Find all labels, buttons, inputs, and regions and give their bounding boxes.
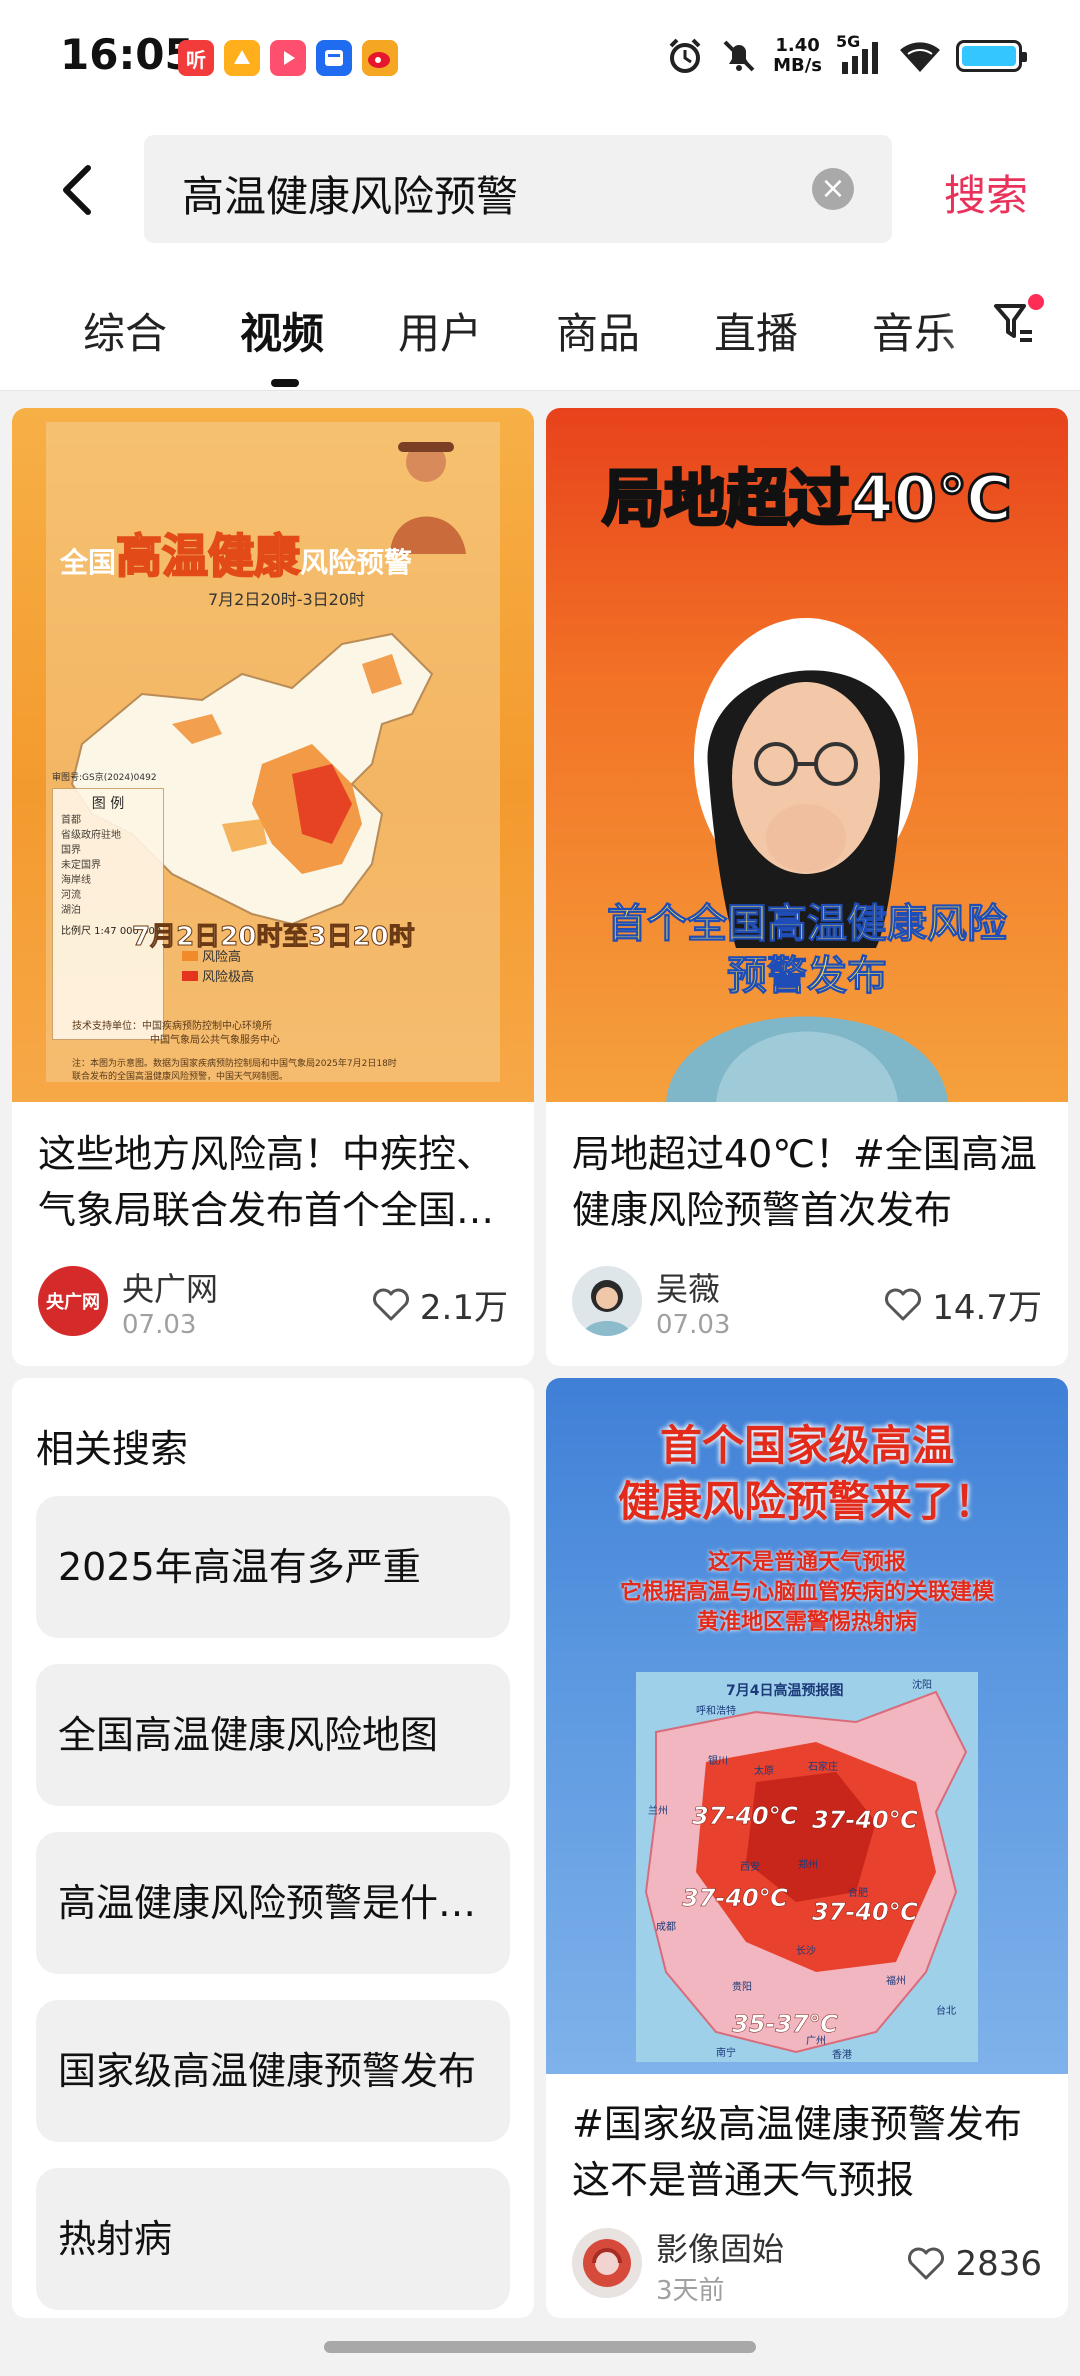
thumb-subtitle: 这不是普通天气预报 它根据高温与心脑血管疾病的关联建模 黄淮地区需警惕热射病 [619, 1550, 994, 1635]
filter-button[interactable] [990, 292, 1050, 362]
search-query-text: 高温健康风险预警 [182, 172, 519, 221]
filter-notification-dot [1028, 294, 1044, 310]
search-button[interactable]: 搜索 [944, 162, 1028, 223]
tab-all[interactable]: 综合 [83, 300, 167, 361]
related-search-item[interactable]: 高温健康风险预警是什么意思 [36, 1832, 510, 1974]
presenter-illustration [666, 618, 948, 1102]
ting-app-icon: 听 [178, 40, 214, 76]
related-searches: 相关搜索 2025年高温有多严重 全国高温健康风险地图 高温健康风险预警是什么意… [12, 1378, 534, 2318]
orange-app-icon [224, 40, 260, 76]
thumb-heading: 全国高温健康风险预警 [60, 528, 413, 584]
like-button[interactable]: 2.1万 [372, 1280, 508, 1329]
alarm-icon [669, 38, 701, 73]
map-caption: 7月2日20时至3日20时 [132, 922, 416, 953]
video-thumbnail[interactable]: 首个国家级高温 健康风险预警来了！ 这不是普通天气预报 它根据高温与心脑血管疾病… [546, 1378, 1068, 2074]
video-title[interactable]: #国家级高温健康预警发布 这不是普通天气预报 [572, 2096, 1044, 2208]
author-name[interactable]: 吴薇 [656, 1264, 720, 1310]
video-thumbnail[interactable]: 全国高温健康风险预警 7月2日20时-3日20时 图 例 首都 省级政府驻地 国… [12, 408, 534, 1102]
thumb-caption: 首个全国高温健康风险 预警发布 [607, 901, 1008, 1000]
like-count: 14.7万 [932, 1288, 1042, 1328]
post-date: 07.03 [656, 1310, 731, 1340]
status-time: 16:05 [60, 30, 194, 79]
related-search-item[interactable]: 热射病 [36, 2168, 510, 2310]
video-card[interactable]: 首个国家级高温 健康风险预警来了！ 这不是普通天气预报 它根据高温与心脑血管疾病… [546, 1378, 1068, 2318]
like-button[interactable]: 2836 [907, 2244, 1042, 2284]
net-speed: 1.40 MB/s [773, 35, 822, 76]
author-name[interactable]: 央广网 [122, 1264, 218, 1310]
post-date: 3天前 [656, 2276, 725, 2306]
status-bar: 16:05 听 1.40 MB/s 5G [0, 0, 1080, 120]
post-date: 07.03 [122, 1310, 197, 1340]
author-name[interactable]: 影像固始 [656, 2224, 784, 2270]
video-app-icon [270, 40, 306, 76]
home-indicator[interactable] [324, 2341, 756, 2353]
tab-goods[interactable]: 商品 [556, 300, 640, 361]
news-app-icon [316, 40, 352, 76]
cell-signal-icon: 5G [836, 32, 884, 76]
related-search-item[interactable]: 2025年高温有多严重 [36, 1496, 510, 1638]
active-tab-indicator [271, 379, 299, 387]
related-search-item[interactable]: 国家级高温健康预警发布 [36, 2000, 510, 2142]
video-title[interactable]: 这些地方风险高！中疾控、气象局联合发布首个全国高温健康风险预警 [38, 1126, 510, 1238]
search-input[interactable]: 高温健康风险预警 × [144, 135, 892, 243]
avatar[interactable]: 央广网 [38, 1266, 108, 1336]
risk-legend: 风险高 风险极高 [182, 948, 254, 988]
tab-users[interactable]: 用户 [398, 300, 482, 361]
thumb-headline: 局地超过40℃ [601, 461, 1013, 537]
video-title[interactable]: 局地超过40℃！#全国高温健康风险预警首次发布 [572, 1126, 1044, 1238]
notification-apps: 听 [178, 40, 398, 76]
forecast-map: 7月4日高温预报图 37-40℃ 37-40℃ 37-40℃ 37-40℃ 35… [636, 1672, 978, 2062]
heart-icon [908, 2247, 945, 2280]
like-button[interactable]: 14.7万 [884, 1280, 1042, 1329]
like-count: 2836 [955, 2244, 1042, 2284]
video-card[interactable]: 全国高温健康风险预警 7月2日20时-3日20时 图 例 首都 省级政府驻地 国… [12, 408, 534, 1366]
back-button[interactable] [50, 160, 110, 220]
tab-live[interactable]: 直播 [714, 300, 798, 361]
map-legend: 图 例 首都 省级政府驻地 国界 未定国界 海岸线 河流 湖泊 比例尺 1:47… [52, 788, 164, 1040]
like-count: 2.1万 [419, 1288, 508, 1328]
battery-icon [956, 40, 1027, 72]
heart-icon [372, 1288, 409, 1320]
search-header: 高温健康风险预警 × 搜索 [0, 120, 1080, 260]
thumb-headline: 首个国家级高温 健康风险预警来了！ [617, 1421, 996, 1526]
video-card[interactable]: 局地超过40℃ 首个全国高温健康风险 预警发布 局地超过40℃！#全国高温健康风… [546, 408, 1068, 1366]
tab-video[interactable]: 视频 [240, 300, 324, 361]
related-searches-title: 相关搜索 [36, 1427, 189, 1471]
video-thumbnail[interactable]: 局地超过40℃ 首个全国高温健康风险 预警发布 [546, 408, 1068, 1102]
wifi-icon [900, 42, 940, 72]
avatar[interactable] [572, 2228, 642, 2298]
weibo-icon [362, 40, 398, 76]
clear-icon[interactable]: × [812, 168, 854, 210]
related-search-item[interactable]: 全国高温健康风险地图 [36, 1664, 510, 1806]
heart-icon [885, 1288, 922, 1320]
result-tabs: 综合 视频 用户 商品 直播 音乐 [0, 260, 1080, 391]
status-indicators: 1.40 MB/s 5G [665, 32, 1027, 76]
mute-bell-icon [723, 40, 755, 72]
avatar[interactable] [572, 1266, 642, 1336]
